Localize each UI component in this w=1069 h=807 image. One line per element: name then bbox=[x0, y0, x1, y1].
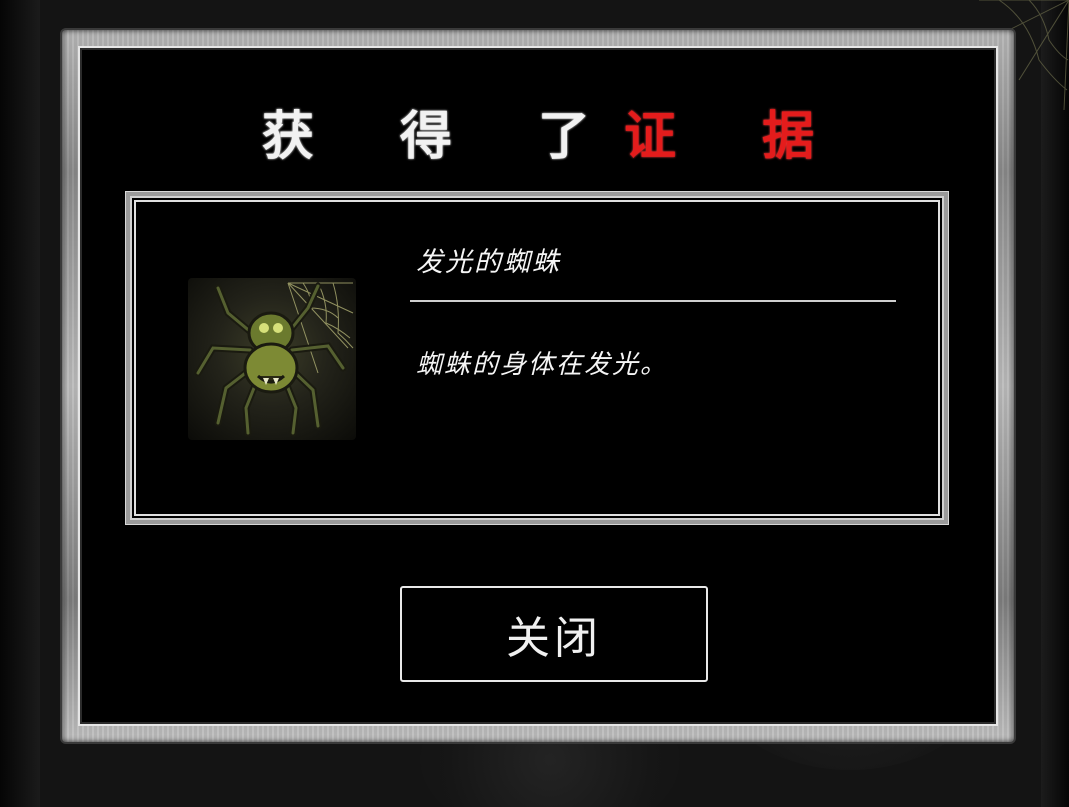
background-right bbox=[1041, 0, 1069, 807]
evidence-dialog: 获 得 了证 据 发光的蜘蛛 蜘蛛的身体在发光。 关闭 bbox=[62, 30, 1014, 742]
evidence-card: 发光的蜘蛛 蜘蛛的身体在发光。 bbox=[126, 192, 948, 524]
game-scene: 获 得 了证 据 发光的蜘蛛 蜘蛛的身体在发光。 关闭 bbox=[0, 0, 1069, 807]
title-accent: 证 据 bbox=[624, 106, 849, 167]
background-left bbox=[0, 0, 40, 807]
close-button[interactable]: 关闭 bbox=[400, 586, 708, 682]
title-main: 获 得 了 bbox=[261, 106, 625, 167]
evidence-name: 发光的蜘蛛 bbox=[416, 247, 561, 278]
dialog-title: 获 得 了证 据 bbox=[80, 94, 996, 169]
divider bbox=[410, 300, 896, 302]
glowing-spider-icon bbox=[188, 278, 356, 440]
dialog-panel: 获 得 了证 据 发光的蜘蛛 蜘蛛的身体在发光。 关闭 bbox=[80, 48, 996, 724]
evidence-description: 蜘蛛的身体在发光。 bbox=[416, 350, 669, 380]
